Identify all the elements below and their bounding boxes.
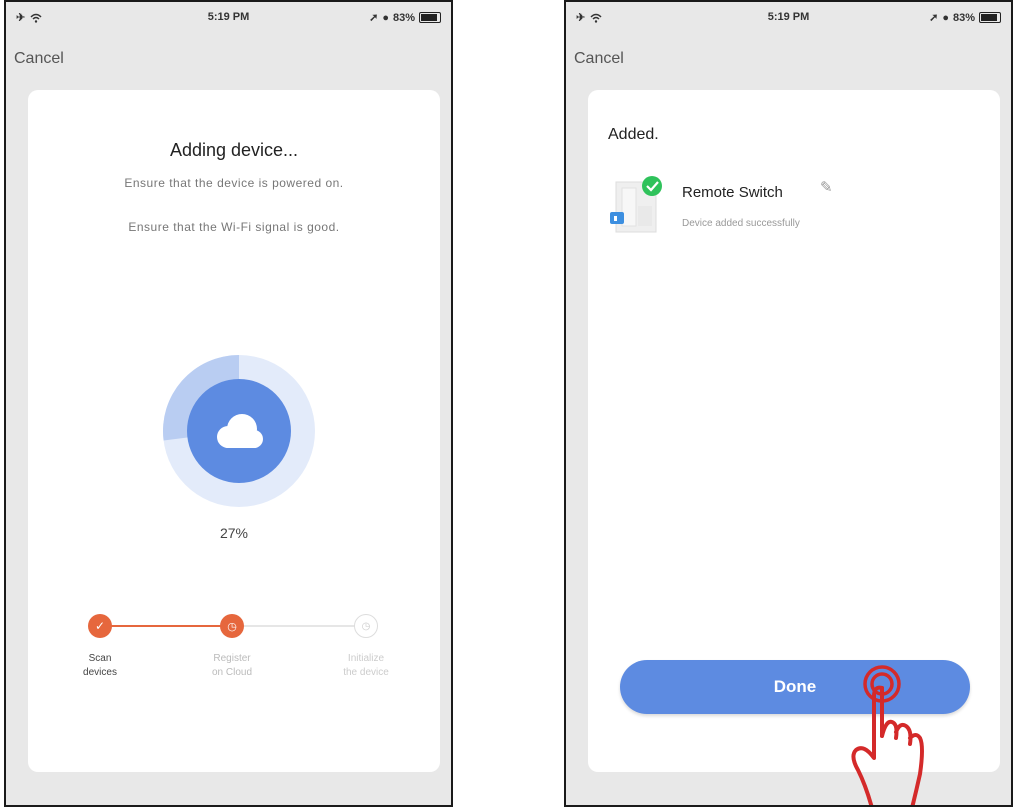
- device-name: Remote Switch: [682, 184, 783, 201]
- step-label-register: Register on Cloud: [211, 653, 253, 678]
- phone-screen-adding: ✈ 5:19 PM ➚ ● 83% Cancel Adding device..…: [4, 0, 453, 807]
- location-arrow-icon: ➚: [369, 12, 379, 24]
- hint-powered-on: Ensure that the device is powered on.: [124, 176, 344, 190]
- adding-device-card: Adding device... Ensure that the device …: [28, 90, 440, 772]
- cancel-button[interactable]: Cancel: [574, 50, 624, 68]
- progress-percent: 27%: [219, 525, 249, 541]
- device-thumbnail: [610, 176, 662, 233]
- battery-percent: 83%: [392, 11, 415, 24]
- step-label-scan: Scan devices: [83, 653, 117, 678]
- edit-pencil-icon[interactable]: ✎: [820, 178, 833, 196]
- lock-rotation-icon: ●: [942, 11, 949, 24]
- phone-screen-added: ✈ 5:19 PM ➚ ● 83% Cancel Added. Remote S…: [564, 0, 1013, 807]
- device-status: Device added successfully: [682, 218, 800, 229]
- step-scan-check-icon: ✓: [88, 614, 112, 638]
- battery-icon: [419, 12, 441, 23]
- battery-percent: 83%: [952, 11, 975, 24]
- step-connector-pending: [232, 625, 366, 627]
- step-label-initialize: Initialize the device: [343, 653, 389, 678]
- adding-title: Adding device...: [169, 140, 299, 160]
- added-title: Added.: [608, 126, 659, 143]
- lock-rotation-icon: ●: [382, 11, 389, 24]
- step-init-clock-icon: ◷: [354, 614, 378, 638]
- step-connector-done: [100, 625, 232, 627]
- battery-icon: [979, 12, 1001, 23]
- status-bar: ✈ 5:19 PM ➚ ● 83%: [6, 2, 451, 32]
- cancel-button[interactable]: Cancel: [14, 50, 64, 68]
- added-device-card: Added. Remote Switch ✎ Device added succ…: [588, 90, 1000, 805]
- check-icon: [642, 176, 662, 196]
- progress-ring: [163, 355, 315, 507]
- hint-wifi-signal: Ensure that the Wi-Fi signal is good.: [128, 220, 340, 234]
- status-bar: ✈ 5:19 PM ➚ ● 83%: [566, 2, 1011, 32]
- pointing-hand-icon: [851, 665, 924, 805]
- location-arrow-icon: ➚: [929, 12, 939, 24]
- step-register-clock-icon: ◷: [220, 614, 244, 638]
